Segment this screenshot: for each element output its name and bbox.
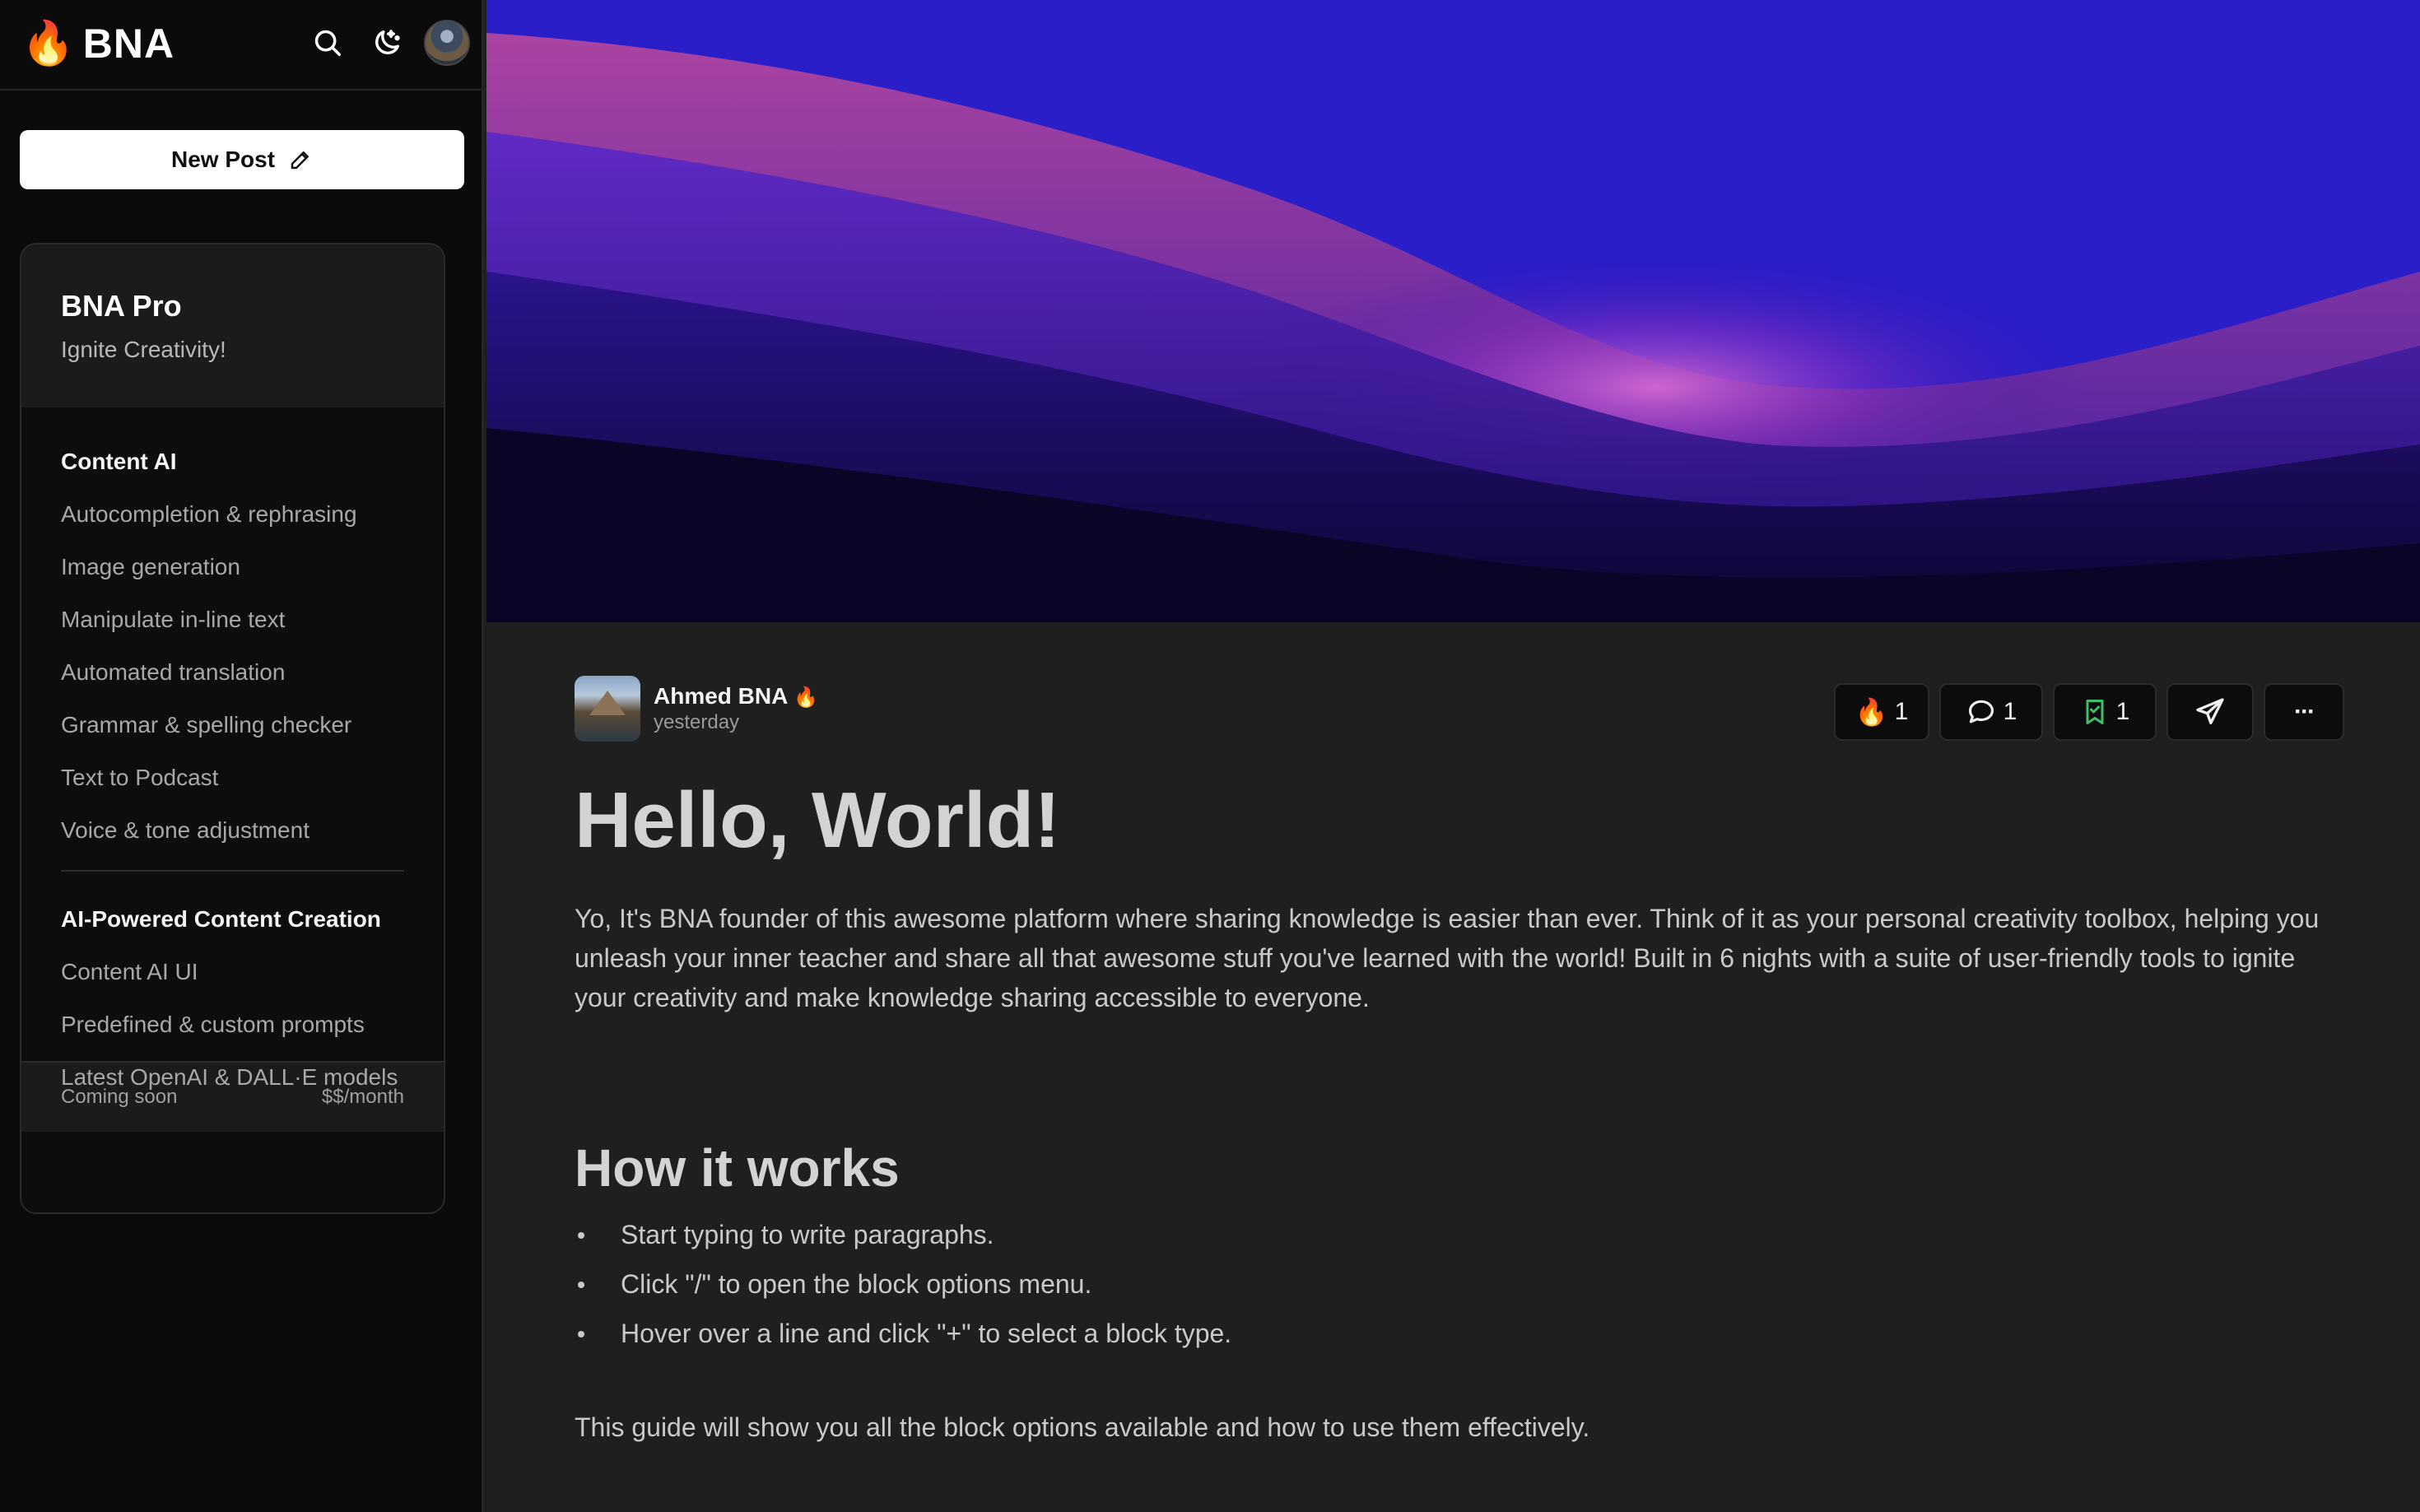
brand-logo[interactable]: 🔥 BNA	[21, 16, 175, 71]
bookmark-count: 1	[2115, 698, 2130, 725]
search-icon	[314, 30, 341, 56]
author-flame-badge-icon: 🔥	[793, 686, 818, 709]
bookmark-button[interactable]: 1	[2053, 683, 2157, 741]
topbar-actions	[305, 20, 470, 66]
sidebar-topbar: 🔥 BNA	[0, 0, 482, 91]
list-item: Hover over a line and click "+" to selec…	[575, 1309, 2344, 1358]
coming-soon-label: Coming soon	[61, 1086, 178, 1108]
post-timestamp: yesterday	[654, 711, 740, 733]
bookmark-check-icon	[2086, 700, 2104, 724]
feature-divider	[61, 870, 404, 872]
post-actions: 🔥 1 1 1 ···	[1834, 683, 2344, 741]
feature-item: Grammar & spelling checker	[61, 712, 352, 737]
section-heading: How it works	[575, 1138, 900, 1198]
new-post-button[interactable]: New Post	[20, 130, 464, 189]
comment-count: 1	[2003, 698, 2017, 725]
author-name[interactable]: Ahmed BNA 🔥	[654, 683, 818, 709]
user-avatar[interactable]	[424, 20, 470, 66]
feature-item: Autocompletion & rephrasing	[61, 501, 357, 527]
list-item: Start typing to write paragraphs.	[575, 1210, 2344, 1259]
pro-feature-list: Content AI Autocompletion & rephrasing I…	[21, 407, 444, 1090]
new-post-label: New Post	[170, 147, 276, 172]
cover-image	[486, 0, 2420, 622]
send-icon	[2196, 698, 2224, 724]
post-view: Ahmed BNA 🔥 yesterday 🔥 1 1 1 ··· Hello,…	[486, 0, 2420, 1512]
share-button[interactable]	[2166, 683, 2254, 741]
author-row: Ahmed BNA 🔥 yesterday 🔥 1 1 1 ···	[575, 675, 2344, 742]
post-article: Ahmed BNA 🔥 yesterday 🔥 1 1 1 ··· Hello,…	[575, 675, 2344, 1473]
theme-toggle-button[interactable]	[365, 21, 409, 65]
more-options-button[interactable]: ···	[2264, 683, 2344, 741]
feature-item: Content AI UI	[61, 959, 198, 984]
cover-landscape-art	[486, 0, 2420, 622]
sidebar: 🔥 BNA New Post BNA Pro Ignite Creativity…	[0, 0, 484, 1512]
price-label: $$/month	[321, 1086, 404, 1108]
list-item: Click "/" to open the block options menu…	[575, 1259, 2344, 1309]
fire-count: 1	[1894, 698, 1909, 725]
feature-item: Automated translation	[61, 659, 286, 685]
feature-item: Voice & tone adjustment	[61, 817, 309, 843]
post-outro-paragraph: This guide will show you all the block o…	[575, 1412, 1590, 1442]
author-avatar[interactable]	[575, 676, 640, 742]
search-button[interactable]	[305, 21, 350, 65]
pro-title: BNA Pro	[61, 289, 182, 323]
how-it-works-list: Start typing to write paragraphs. Click …	[575, 1210, 2344, 1358]
pro-card-header: BNA Pro Ignite Creativity!	[21, 244, 444, 407]
pencil-icon	[291, 151, 309, 170]
brand-name: BNA	[82, 21, 175, 67]
feature-section-title: Content AI	[61, 449, 177, 474]
feature-item: Manipulate in-line text	[61, 607, 286, 632]
fire-icon: 🔥	[1855, 697, 1888, 727]
moon-stars-icon	[375, 30, 400, 54]
more-icon: ···	[2294, 698, 2315, 725]
comment-icon	[1968, 700, 1994, 723]
post-title: Hello, World!	[575, 776, 1061, 864]
react-fire-button[interactable]: 🔥 1	[1834, 683, 1929, 741]
author-name-text: Ahmed BNA	[654, 683, 788, 709]
pro-subtitle: Ignite Creativity!	[61, 337, 226, 362]
feature-item: Text to Podcast	[61, 765, 219, 790]
feature-item: Predefined & custom prompts	[61, 1012, 365, 1037]
post-intro-paragraph: Yo, It's BNA founder of this awesome pla…	[575, 904, 2320, 1012]
feature-item: Image generation	[61, 554, 240, 579]
comment-button[interactable]: 1	[1939, 683, 2043, 741]
pro-plan-card: BNA Pro Ignite Creativity! Content AI Au…	[20, 243, 445, 1214]
feature-section-title: AI-Powered Content Creation	[61, 906, 381, 932]
flame-icon: 🔥	[21, 20, 75, 67]
author-meta: Ahmed BNA 🔥 yesterday	[654, 683, 818, 734]
